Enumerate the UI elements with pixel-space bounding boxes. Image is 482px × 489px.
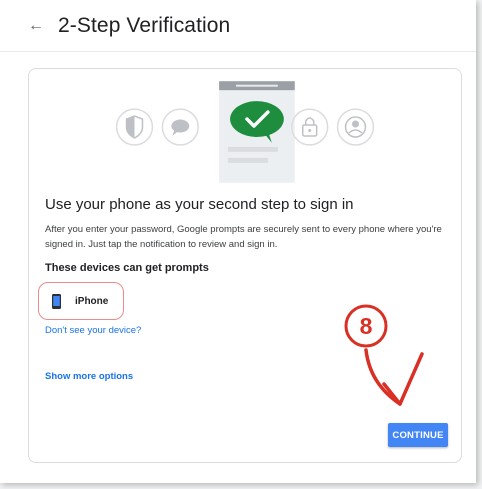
page: ← 2-Step Verification Use your phone as … xyxy=(0,0,476,483)
step-number: 8 xyxy=(360,313,373,339)
step-annotation: 8 xyxy=(344,304,424,406)
devices-title: These devices can get prompts xyxy=(45,262,209,274)
chat-bubble-icon xyxy=(161,108,199,146)
lock-icon xyxy=(291,108,329,146)
dont-see-device-link[interactable]: Don't see your device? xyxy=(45,325,141,336)
header: ← 2-Step Verification xyxy=(0,0,476,52)
card-description: After you enter your password, Google pr… xyxy=(45,224,442,250)
page-title: 2-Step Verification xyxy=(58,13,231,37)
account-icon xyxy=(336,108,375,146)
smartphone-icon xyxy=(52,293,61,309)
illustration xyxy=(115,81,375,183)
device-name: iPhone xyxy=(75,295,109,307)
continue-button[interactable]: CONTINUE xyxy=(388,423,448,447)
card-heading: Use your phone as your second step to si… xyxy=(45,196,354,213)
arrow-left-icon[interactable]: ← xyxy=(28,17,44,34)
device-item-iphone[interactable]: iPhone xyxy=(38,282,124,320)
show-more-options-link[interactable]: Show more options xyxy=(45,371,133,382)
shield-icon xyxy=(115,108,154,146)
